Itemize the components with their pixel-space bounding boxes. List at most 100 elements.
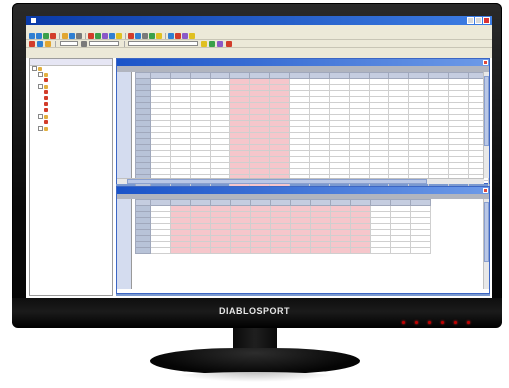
data-table	[135, 199, 431, 254]
toolbar-separator	[125, 33, 126, 39]
navigator-tree	[30, 66, 112, 132]
status-light	[467, 321, 470, 324]
status-light	[428, 321, 431, 324]
compare-icon[interactable]	[149, 33, 155, 39]
app-title-bar[interactable]	[26, 16, 492, 25]
graph-icon[interactable]	[128, 33, 134, 39]
redo-icon[interactable]	[95, 33, 101, 39]
table-cell[interactable]	[190, 247, 211, 254]
table-cell[interactable]	[210, 247, 231, 254]
table-cell[interactable]	[150, 247, 171, 254]
row-header[interactable]	[135, 247, 151, 254]
screen	[26, 16, 492, 298]
toolbar-separator	[165, 33, 166, 39]
status-light	[454, 321, 457, 324]
value-field[interactable]	[59, 41, 78, 46]
table-icon[interactable]	[135, 33, 141, 39]
window-title-bar[interactable]	[117, 187, 489, 194]
vertical-scrollbar[interactable]	[483, 72, 489, 178]
map-icon	[44, 120, 48, 124]
table-cell[interactable]	[230, 247, 251, 254]
save-icon[interactable]	[43, 33, 49, 39]
folder-icon	[44, 127, 48, 131]
folder-icon[interactable]	[45, 41, 52, 47]
info-icon[interactable]	[189, 33, 195, 39]
find-icon[interactable]	[102, 33, 108, 39]
map-icon	[44, 102, 48, 106]
print-icon[interactable]	[50, 33, 56, 39]
tree-item[interactable]	[30, 126, 112, 132]
settings-icon[interactable]	[182, 33, 188, 39]
table-window-bottom	[116, 186, 490, 294]
close-button[interactable]	[483, 17, 490, 24]
table-cell[interactable]	[390, 247, 411, 254]
new-icon[interactable]	[29, 33, 35, 39]
status-light	[415, 321, 418, 324]
table-grid-bottom	[135, 199, 431, 254]
file-path-field[interactable]	[128, 41, 198, 46]
copy-icon[interactable]	[69, 33, 75, 39]
toolbar-background	[26, 48, 492, 58]
toolbar-separator	[123, 41, 125, 47]
table-cell[interactable]	[410, 247, 431, 254]
open-icon[interactable]	[36, 33, 42, 39]
axis-strip	[117, 72, 132, 178]
maximize-button[interactable]	[475, 17, 482, 24]
save-icon[interactable]	[37, 41, 44, 47]
scroll-thumb[interactable]	[484, 76, 489, 146]
expand-icon[interactable]	[38, 84, 43, 89]
base-reflection	[172, 372, 338, 382]
compare-icon[interactable]	[201, 41, 208, 47]
table-window-top	[116, 58, 490, 193]
table-cell[interactable]	[250, 247, 271, 254]
expand-icon[interactable]	[38, 72, 43, 77]
window-close-icon[interactable]	[483, 60, 488, 65]
help-icon[interactable]	[116, 33, 122, 39]
table-cell[interactable]	[290, 247, 311, 254]
vertical-scrollbar[interactable]	[483, 199, 489, 289]
zoom-icon[interactable]	[109, 33, 115, 39]
folder-icon	[44, 115, 48, 119]
expand-icon[interactable]	[32, 66, 37, 71]
parameter-field[interactable]	[88, 41, 119, 46]
table-cell[interactable]	[270, 247, 291, 254]
undo-icon[interactable]	[88, 33, 94, 39]
axis-strip	[117, 199, 132, 289]
table-cell[interactable]	[310, 247, 331, 254]
window-title-bar[interactable]	[117, 59, 489, 66]
table-grid-top	[135, 72, 490, 193]
table-cell[interactable]	[370, 247, 391, 254]
cut-icon[interactable]	[62, 33, 68, 39]
toolbar-secondary	[26, 40, 492, 48]
table-cell[interactable]	[350, 247, 371, 254]
workspace	[116, 58, 490, 296]
scroll-thumb[interactable]	[484, 202, 489, 262]
table-icon[interactable]	[217, 41, 224, 47]
expand-icon[interactable]	[38, 126, 43, 131]
horizontal-scrollbar[interactable]	[117, 178, 484, 184]
read-icon[interactable]	[175, 33, 181, 39]
scroll-thumb[interactable]	[127, 179, 427, 184]
table-cell[interactable]	[330, 247, 351, 254]
window-close-icon[interactable]	[483, 188, 488, 193]
paste-icon[interactable]	[76, 33, 82, 39]
navigator-header	[30, 59, 112, 66]
toolbar-separator	[85, 33, 86, 39]
grid-icon[interactable]	[142, 33, 148, 39]
toolbar-separator	[59, 33, 60, 39]
open-icon[interactable]	[29, 41, 35, 47]
minimize-button[interactable]	[467, 17, 474, 24]
flag-icon[interactable]	[156, 33, 162, 39]
graph-icon[interactable]	[209, 41, 216, 47]
status-lights	[392, 311, 470, 329]
flash-icon[interactable]	[225, 41, 232, 47]
map-icon	[44, 78, 48, 82]
folder-icon	[38, 67, 42, 71]
dropdown-icon[interactable]	[80, 41, 87, 47]
map-icon	[44, 108, 48, 112]
flash-icon[interactable]	[168, 33, 174, 39]
table-cell[interactable]	[170, 247, 191, 254]
expand-icon[interactable]	[38, 114, 43, 119]
status-light	[441, 321, 444, 324]
data-table	[135, 72, 490, 193]
